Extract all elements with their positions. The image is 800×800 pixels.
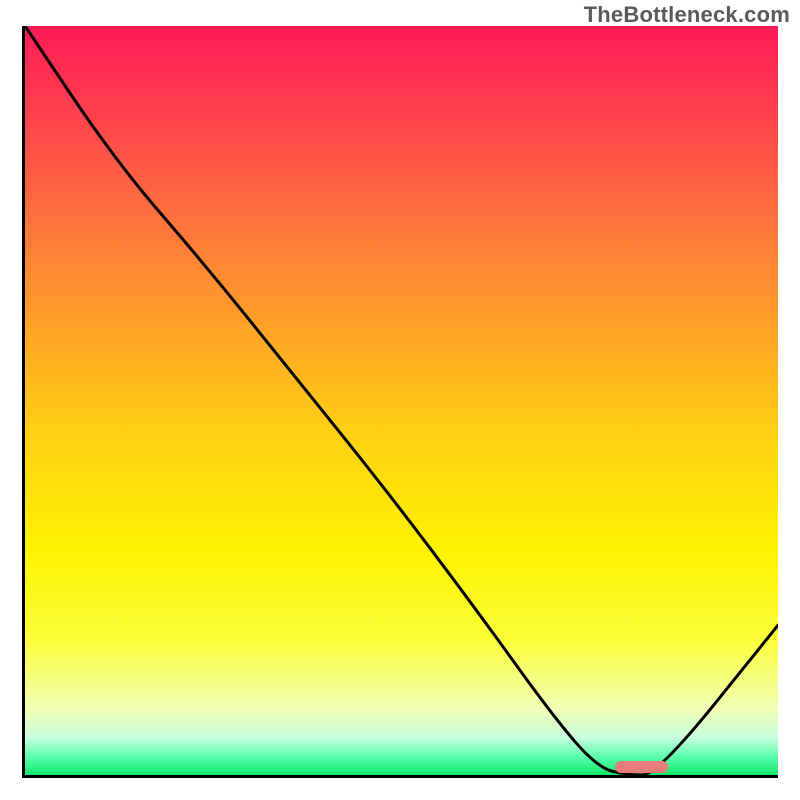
watermark-text: TheBottleneck.com <box>584 2 790 28</box>
optimal-range-marker <box>615 761 668 773</box>
bottleneck-curve-path <box>25 26 778 775</box>
chart-plot-area <box>22 26 778 778</box>
bottleneck-curve-svg <box>25 26 778 775</box>
